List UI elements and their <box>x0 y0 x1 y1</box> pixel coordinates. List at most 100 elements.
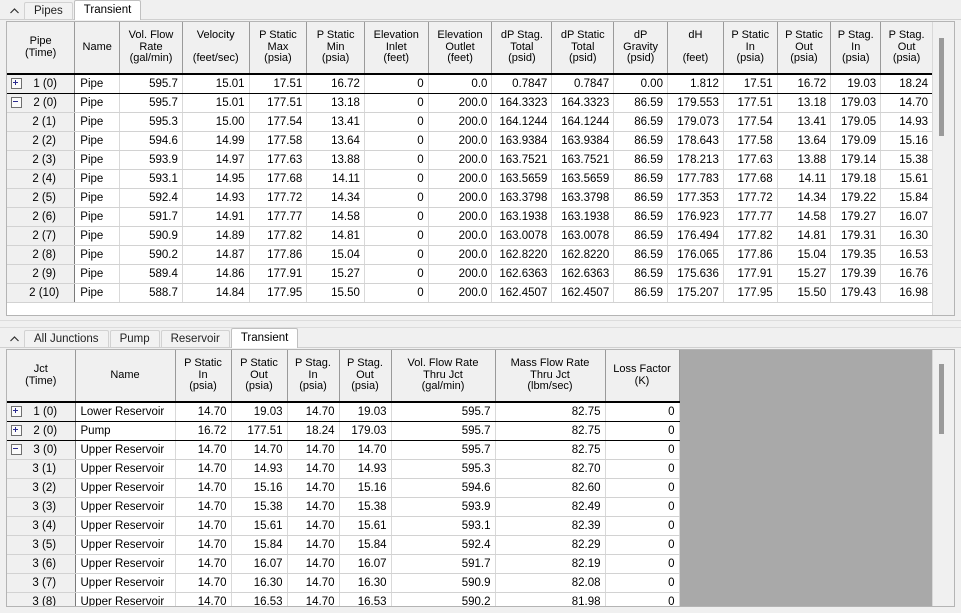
cell-pstagin[interactable]: 14.70 <box>287 440 340 460</box>
cell-pstaticout[interactable]: 177.51 <box>231 421 288 441</box>
row-id-cell[interactable]: 3 (5) <box>7 535 76 555</box>
cell-velocity[interactable]: 14.93 <box>182 188 250 208</box>
cell-name[interactable]: Pipe <box>74 112 121 132</box>
cell-velocity[interactable]: 14.95 <box>182 169 250 189</box>
cell-dpstagtotal[interactable]: 163.5659 <box>491 169 553 189</box>
cell-dh[interactable]: 178.213 <box>667 150 724 170</box>
cell-name[interactable]: Upper Reservoir <box>75 516 176 536</box>
table-row[interactable]: 2 (5) Pipe 592.4 14.93 177.72 14.34 0 200.0 163.… <box>7 188 933 208</box>
cell-pstaticout[interactable]: 15.04 <box>777 245 832 265</box>
collapse-chevron-icon[interactable] <box>4 330 24 348</box>
cell-name[interactable]: Upper Reservoir <box>75 573 176 593</box>
cell-pstaticin[interactable]: 14.70 <box>175 516 232 536</box>
cell-pstaticmin[interactable]: 14.11 <box>306 169 365 189</box>
table-row[interactable]: 2 (8) Pipe 590.2 14.87 177.86 15.04 0 200.0 162.… <box>7 245 933 265</box>
column-header-pstagout[interactable]: P Stag. Out (psia) <box>880 22 933 75</box>
row-id-cell[interactable]: 3 (2) <box>7 478 76 498</box>
column-header-name[interactable]: Name <box>75 350 176 403</box>
row-id-cell[interactable]: 3 (4) <box>7 516 76 536</box>
cell-pstaticout[interactable]: 15.84 <box>231 535 288 555</box>
cell-massflow[interactable]: 82.19 <box>495 554 606 574</box>
cell-pstaticmax[interactable]: 177.58 <box>249 131 308 151</box>
cell-pstagin[interactable]: 179.27 <box>830 207 882 227</box>
cell-pstaticout[interactable]: 16.72 <box>777 74 832 94</box>
cell-velocity[interactable]: 14.84 <box>182 283 250 303</box>
cell-dpstagtotal[interactable]: 162.8220 <box>491 245 553 265</box>
cell-name[interactable]: Pipe <box>74 93 121 113</box>
cell-elevinlet[interactable]: 0 <box>364 74 429 94</box>
row-id-cell[interactable]: 3 (7) <box>7 573 76 593</box>
cell-volflow[interactable]: 595.3 <box>119 112 183 132</box>
cell-massflow[interactable]: 82.75 <box>495 402 606 422</box>
cell-dpgravity[interactable]: 86.59 <box>613 93 668 113</box>
cell-pstaticin[interactable]: 177.82 <box>723 226 778 246</box>
table-row[interactable]: 2 (0) Pipe 595.7 15.01 177.51 13.18 0 200.0 164.… <box>7 93 933 113</box>
table-row[interactable]: 2 (7) Pipe 590.9 14.89 177.82 14.81 0 200.0 163.… <box>7 226 933 246</box>
tab-all-junctions[interactable]: All Junctions <box>24 330 109 348</box>
cell-pstaticmax[interactable]: 177.51 <box>249 93 308 113</box>
cell-pstaticmin[interactable]: 13.18 <box>306 93 365 113</box>
cell-velocity[interactable]: 14.91 <box>182 207 250 227</box>
cell-lossfactor[interactable]: 0 <box>605 440 680 460</box>
cell-volflow[interactable]: 590.2 <box>119 245 183 265</box>
cell-elevoutlet[interactable]: 200.0 <box>428 112 493 132</box>
table-row[interactable]: 3 (4) Upper Reservoir 14.70 15.61 14.70 15.61… <box>7 516 680 536</box>
cell-volflow[interactable]: 595.7 <box>391 402 496 422</box>
column-header-pstagin[interactable]: P Stag. In (psia) <box>830 22 882 75</box>
cell-name[interactable]: Pipe <box>74 169 121 189</box>
cell-dpstagtotal[interactable]: 163.7521 <box>491 150 553 170</box>
cell-pstagin[interactable]: 179.05 <box>830 112 882 132</box>
cell-massflow[interactable]: 82.29 <box>495 535 606 555</box>
cell-pstaticmax[interactable]: 177.63 <box>249 150 308 170</box>
cell-name[interactable]: Upper Reservoir <box>75 592 176 606</box>
cell-pstagin[interactable]: 14.70 <box>287 573 340 593</box>
cell-pstaticin[interactable]: 14.70 <box>175 535 232 555</box>
column-header-pstaticin[interactable]: P Static In (psia) <box>723 22 778 75</box>
cell-pstagout[interactable]: 19.03 <box>339 402 392 422</box>
cell-pstagin[interactable]: 14.70 <box>287 554 340 574</box>
cell-pstaticin[interactable]: 14.70 <box>175 497 232 517</box>
cell-dpstattotal[interactable]: 0.7847 <box>551 74 615 94</box>
row-id-cell[interactable]: 2 (6) <box>7 207 76 227</box>
column-header-pstagout[interactable]: P Stag. Out (psia) <box>339 350 392 403</box>
cell-dpstagtotal[interactable]: 163.1938 <box>491 207 553 227</box>
cell-pstaticin[interactable]: 177.68 <box>723 169 778 189</box>
cell-name[interactable]: Pipe <box>74 264 121 284</box>
cell-name[interactable]: Upper Reservoir <box>75 440 176 460</box>
cell-pstaticin[interactable]: 17.51 <box>723 74 778 94</box>
cell-pstagin[interactable]: 179.43 <box>830 283 882 303</box>
cell-elevinlet[interactable]: 0 <box>364 112 429 132</box>
table-row[interactable]: 2 (0) Pump 16.72 177.51 18.24 179.03 595.7 82.7… <box>7 421 680 441</box>
cell-volflow[interactable]: 595.7 <box>119 74 183 94</box>
cell-dpgravity[interactable]: 86.59 <box>613 264 668 284</box>
cell-dpstagtotal[interactable]: 163.3798 <box>491 188 553 208</box>
cell-pstagin[interactable]: 14.70 <box>287 497 340 517</box>
cell-lossfactor[interactable]: 0 <box>605 516 680 536</box>
cell-massflow[interactable]: 82.39 <box>495 516 606 536</box>
cell-pstagout[interactable]: 179.03 <box>339 421 392 441</box>
cell-pstaticin[interactable]: 177.77 <box>723 207 778 227</box>
cell-pstagin[interactable]: 179.18 <box>830 169 882 189</box>
cell-pstaticout[interactable]: 13.64 <box>777 131 832 151</box>
cell-pstaticin[interactable]: 14.70 <box>175 459 232 479</box>
cell-dpstagtotal[interactable]: 162.6363 <box>491 264 553 284</box>
cell-dpgravity[interactable]: 86.59 <box>613 112 668 132</box>
tab-reservoir[interactable]: Reservoir <box>160 330 230 348</box>
column-header-pstaticmin[interactable]: P Static Min (psia) <box>306 22 365 75</box>
cell-dpstattotal[interactable]: 163.5659 <box>551 169 615 189</box>
cell-pstagin[interactable]: 14.70 <box>287 516 340 536</box>
table-row[interactable]: 2 (1) Pipe 595.3 15.00 177.54 13.41 0 200.0 164.… <box>7 112 933 132</box>
cell-velocity[interactable]: 14.87 <box>182 245 250 265</box>
cell-pstagout[interactable]: 14.70 <box>880 93 933 113</box>
cell-name[interactable]: Pipe <box>74 74 121 94</box>
cell-pstagin[interactable]: 14.70 <box>287 535 340 555</box>
cell-pstaticmin[interactable]: 13.41 <box>306 112 365 132</box>
cell-dpstagtotal[interactable]: 162.4507 <box>491 283 553 303</box>
cell-dpstattotal[interactable]: 162.4507 <box>551 283 615 303</box>
cell-velocity[interactable]: 14.99 <box>182 131 250 151</box>
cell-pstaticmin[interactable]: 15.50 <box>306 283 365 303</box>
cell-pstaticmin[interactable]: 15.04 <box>306 245 365 265</box>
cell-pstaticmin[interactable]: 13.88 <box>306 150 365 170</box>
cell-pstaticin[interactable]: 177.58 <box>723 131 778 151</box>
cell-elevoutlet[interactable]: 200.0 <box>428 150 493 170</box>
